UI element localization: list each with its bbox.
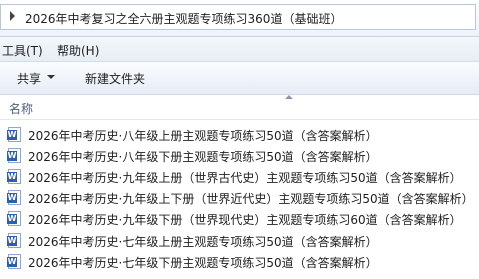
file-row[interactable]: W 2026年中考历史·九年级下册（世界现代史）主观题专项练习60道（含答案解析… [6,209,476,229]
address-bar: 2026年中考复习之全六册主观题专项练习360道（基础班） [0,0,479,37]
new-folder-button[interactable]: 新建文件夹 [85,70,145,87]
file-name: 2026年中考历史·九年级下册（世界现代史）主观题专项练习60道（含答案解析） [28,213,462,227]
file-name: 2026年中考历史·七年级下册主观题专项练习50道（含答案解析） [28,256,378,270]
word-doc-icon: W [7,254,21,269]
file-row[interactable]: W 2026年中考历史·八年级上册主观题专项练习50道（含答案解析） [6,125,476,145]
file-name: 2026年中考历史·七年级上册主观题专项练习50道（含答案解析） [28,235,378,249]
address-input[interactable]: 2026年中考复习之全六册主观题专项练习360道（基础班） [0,4,476,30]
share-dropdown-arrow-icon[interactable] [47,75,55,79]
file-name: 2026年中考历史·八年级下册主观题专项练习50道（含答案解析） [28,150,378,164]
file-row[interactable]: W 2026年中考历史·九年级上下册（世界近代史）主观题专项练习50道（含答案解… [6,188,476,208]
word-doc-icon: W [7,127,21,142]
column-header: 名称 [0,95,479,120]
file-name: 2026年中考历史·八年级上册主观题专项练习50道（含答案解析） [28,129,378,143]
file-name: 2026年中考历史·九年级上册（世界古代史）主观题专项练习50道（含答案解析） [28,171,462,185]
file-name: 2026年中考历史·九年级上下册（世界近代史）主观题专项练习50道（含答案解析） [28,192,474,206]
share-button[interactable]: 共享 [17,70,41,87]
menu-bar: 工具(T) 帮助(H) [0,37,479,62]
command-toolbar: 共享 新建文件夹 [0,62,479,95]
menu-help[interactable]: 帮助(H) [57,42,99,59]
sort-ascending-icon [285,95,293,99]
file-row[interactable]: W 2026年中考历史·七年级上册主观题专项练习50道（含答案解析） [6,231,476,251]
file-row[interactable]: W 2026年中考历史·九年级上册（世界古代史）主观题专项练习50道（含答案解析… [6,167,476,187]
menu-tools[interactable]: 工具(T) [2,42,43,59]
file-row[interactable]: W 2026年中考历史·七年级下册主观题专项练习50道（含答案解析） [6,252,476,272]
word-doc-icon: W [7,148,21,163]
word-doc-icon: W [7,211,21,226]
word-doc-icon: W [7,190,21,205]
word-doc-icon: W [7,169,21,184]
file-row[interactable]: W 2026年中考历史·八年级下册主观题专项练习50道（含答案解析） [6,146,476,166]
word-doc-icon: W [7,233,21,248]
name-column-header[interactable]: 名称 [9,100,33,117]
address-path[interactable]: 2026年中考复习之全六册主观题专项练习360道（基础班） [25,10,342,27]
breadcrumb-chevron-icon[interactable] [10,11,15,21]
